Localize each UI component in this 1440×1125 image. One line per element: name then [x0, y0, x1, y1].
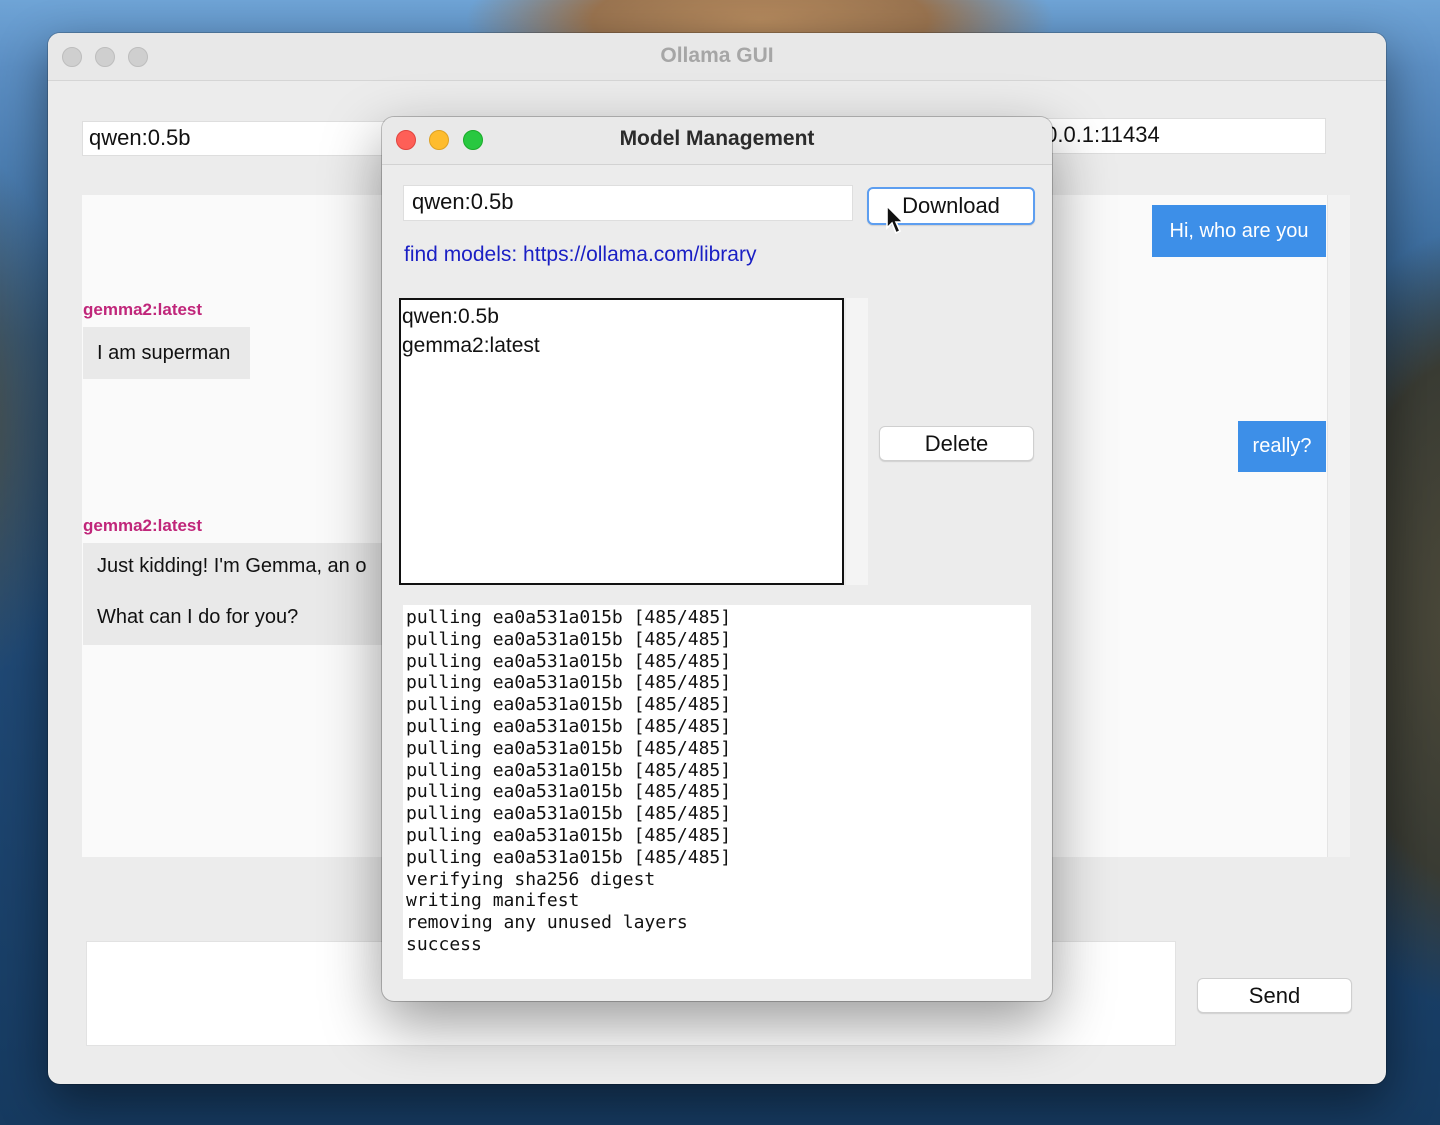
assistant-message-line: What can I do for you? — [97, 606, 299, 628]
log-line: pulling ea0a531a015b [485/485] — [406, 824, 732, 846]
assistant-message-line: Just kidding! I'm Gemma, an o — [97, 555, 367, 577]
log-line: pulling ea0a531a015b [485/485] — [406, 694, 732, 716]
log-line: pulling ea0a531a015b [485/485] — [406, 846, 732, 868]
model-select-field[interactable]: qwen:0.5b — [82, 121, 402, 156]
download-log: pulling ea0a531a015b [485/485] pulling ea… — [403, 605, 1031, 979]
find-models-link[interactable]: find models: https://ollama.com/library — [404, 243, 756, 267]
model-name-input[interactable]: qwen:0.5b — [403, 185, 853, 221]
chat-scrollbar[interactable] — [1327, 195, 1350, 857]
log-line: removing any unused layers — [406, 912, 688, 934]
model-management-dialog: Model Management qwen:0.5b Download find… — [382, 117, 1052, 1001]
models-list-scrollbar[interactable] — [846, 298, 868, 585]
list-item[interactable]: gemma2:latest — [402, 331, 841, 360]
log-line: pulling ea0a531a015b [485/485] — [406, 759, 732, 781]
assistant-message-bubble: I am superman — [83, 327, 250, 379]
main-titlebar[interactable]: Ollama GUI — [48, 33, 1386, 81]
assistant-sender-name: gemma2:latest — [83, 300, 203, 319]
window-title: Ollama GUI — [660, 44, 774, 67]
log-line: pulling ea0a531a015b [485/485] — [406, 672, 732, 694]
list-item[interactable]: qwen:0.5b — [402, 302, 841, 331]
dialog-title: Model Management — [619, 127, 815, 150]
user-message-bubble: Hi, who are you — [1152, 205, 1326, 257]
log-line: pulling ea0a531a015b [485/485] — [406, 628, 732, 650]
assistant-sender-name: gemma2:latest — [83, 516, 203, 535]
user-message-bubble: really? — [1238, 421, 1326, 472]
log-line: verifying sha256 digest — [406, 868, 656, 890]
host-field[interactable]: .0.0.1:11434 — [1028, 118, 1326, 154]
log-line: pulling ea0a531a015b [485/485] — [406, 607, 732, 628]
assistant-message-bubble: Just kidding! I'm Gemma, an o What can I… — [83, 543, 383, 645]
log-line: success — [406, 933, 482, 955]
log-line: pulling ea0a531a015b [485/485] — [406, 715, 732, 737]
log-line: pulling ea0a531a015b [485/485] — [406, 803, 732, 825]
log-line: pulling ea0a531a015b [485/485] — [406, 650, 732, 672]
log-line: writing manifest — [406, 890, 580, 912]
mouse-cursor-icon — [886, 205, 905, 235]
dialog-titlebar[interactable]: Model Management — [382, 117, 1052, 165]
installed-models-list[interactable]: qwen:0.5b gemma2:latest — [399, 298, 844, 585]
delete-button[interactable]: Delete — [879, 426, 1034, 461]
log-line: pulling ea0a531a015b [485/485] — [406, 781, 732, 803]
send-button[interactable]: Send — [1197, 978, 1352, 1013]
log-line: pulling ea0a531a015b [485/485] — [406, 737, 732, 759]
